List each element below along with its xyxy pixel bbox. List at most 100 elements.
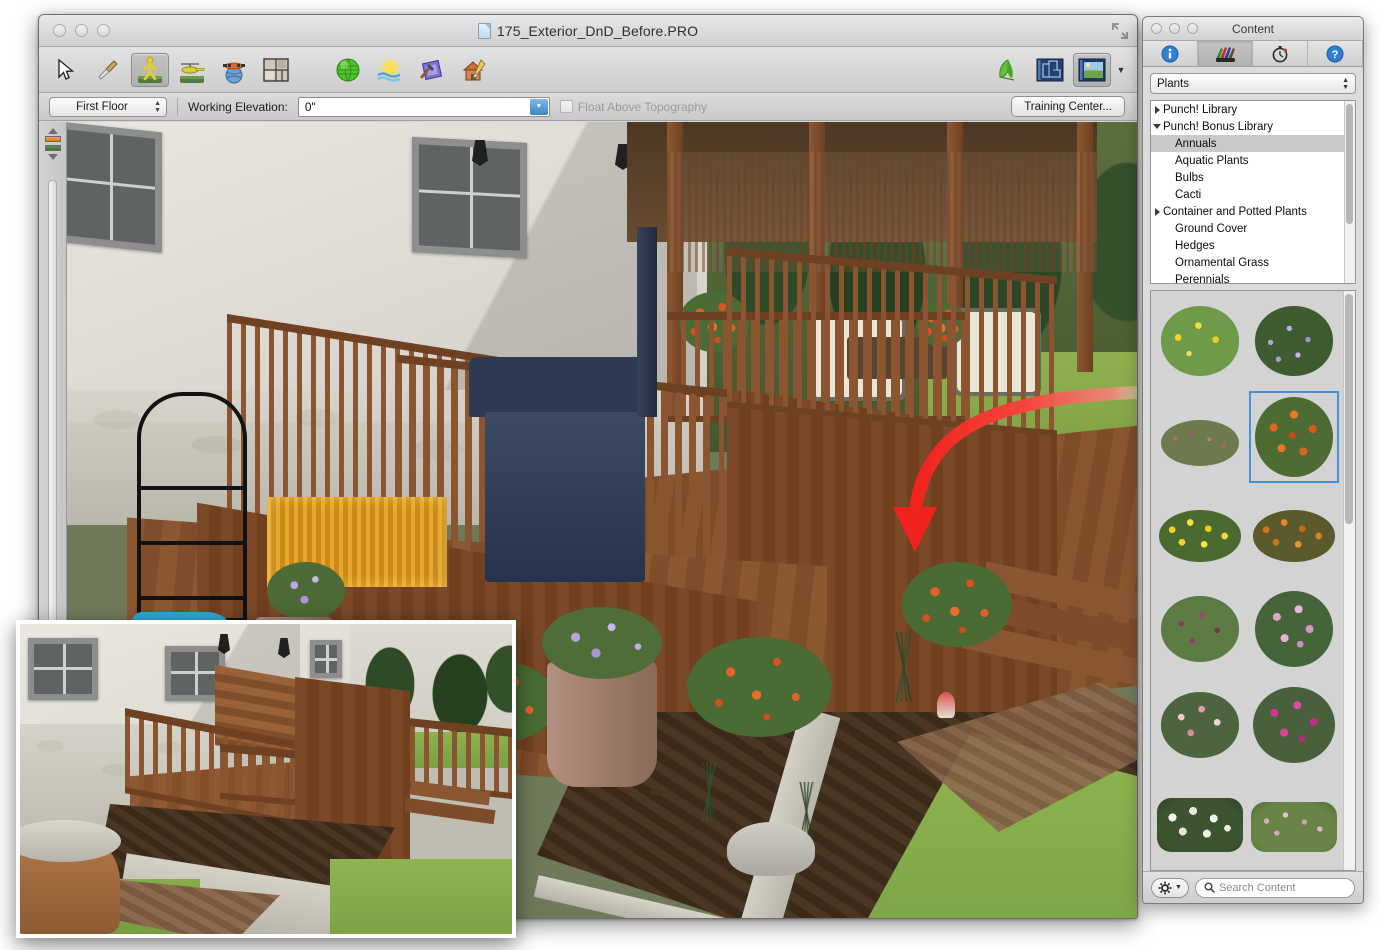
plant-thumb-lavender-impatiens[interactable]: [1247, 581, 1341, 677]
library-tree-item[interactable]: Punch! Bonus Library: [1151, 118, 1355, 135]
fullscreen-icon[interactable]: [1111, 22, 1129, 40]
library-tree-item[interactable]: Aquatic Plants: [1151, 152, 1355, 169]
level-down-arrow-icon[interactable]: [48, 154, 58, 160]
library-tree-item-label: Container and Potted Plants: [1163, 206, 1307, 218]
plant-thumb-pale-pink-phlox[interactable]: [1247, 773, 1341, 869]
screenshot-root: 175_Exterior_DnD_Before.PRO: [0, 0, 1380, 950]
palette-icon: [1213, 45, 1237, 63]
main-toolbar: ▼: [39, 47, 1137, 93]
walkthrough-tool[interactable]: [131, 53, 169, 87]
library-tree-scrollbar[interactable]: [1344, 101, 1355, 283]
window-controls[interactable]: [53, 24, 110, 37]
library-tree-item[interactable]: Perennials: [1151, 271, 1355, 284]
stopwatch-icon: [1271, 45, 1289, 63]
view-options-caret-icon[interactable]: ▼: [1115, 65, 1127, 75]
chevron-down-icon: ▼: [1175, 884, 1182, 891]
thumbnail-grid-scrollbar[interactable]: [1343, 291, 1355, 870]
plant-thumb-pink-white-impatiens[interactable]: [1153, 677, 1247, 773]
library-tree-scroll-thumb[interactable]: [1346, 104, 1353, 224]
three-d-view-button[interactable]: [1073, 53, 1111, 87]
library-tree-item[interactable]: Cacti: [1151, 186, 1355, 203]
purple-flower-in-pot: [542, 607, 662, 679]
library-tree-item[interactable]: Container and Potted Plants: [1151, 203, 1355, 220]
plant-thumb-magenta-impatiens[interactable]: [1153, 581, 1247, 677]
flyover-tool[interactable]: [173, 53, 211, 87]
floor-selector-label: First Floor: [76, 101, 128, 113]
library-tree-item[interactable]: Punch! Library: [1151, 101, 1355, 118]
actions-gear-button[interactable]: ▼: [1151, 878, 1189, 898]
ornamental-grass: [667, 762, 752, 822]
checkbox-box[interactable]: [560, 100, 573, 113]
library-tree-item[interactable]: Ground Cover: [1151, 220, 1355, 237]
floor-selector[interactable]: First Floor ▲▼: [49, 97, 167, 117]
sun-water-tool[interactable]: [371, 53, 409, 87]
elevation-view-button[interactable]: [989, 53, 1027, 87]
grill-hood: [469, 357, 649, 417]
float-above-topography-checkbox[interactable]: Float Above Topography: [560, 100, 707, 114]
garden-rock: [727, 822, 815, 876]
plan-view-button[interactable]: [1031, 53, 1069, 87]
disclosure-triangle-collapsed-icon[interactable]: [1151, 106, 1163, 114]
inset-preview-window[interactable]: [16, 620, 516, 938]
level-band-orange[interactable]: [45, 136, 61, 142]
pointer-tool[interactable]: [47, 53, 85, 87]
library-tree-item[interactable]: Bulbs: [1151, 169, 1355, 186]
design-tool[interactable]: [455, 53, 493, 87]
window-title: 175_Exterior_DnD_Before.PRO: [497, 23, 698, 39]
disclosure-triangle-collapsed-icon[interactable]: [1151, 208, 1163, 216]
gear-icon: [1158, 881, 1172, 895]
plant-thumb-pink-mound[interactable]: [1153, 389, 1247, 485]
info-tab[interactable]: [1143, 41, 1198, 66]
help-tab[interactable]: ?: [1308, 41, 1363, 66]
globe-tool[interactable]: [329, 53, 367, 87]
plant-thumb-white-petunia[interactable]: [1153, 773, 1247, 869]
library-tree-item-label: Ground Cover: [1163, 223, 1247, 235]
site-plan-tool[interactable]: [215, 53, 253, 87]
main-window-titlebar: 175_Exterior_DnD_Before.PRO: [39, 15, 1137, 47]
working-elevation-input[interactable]: 0" ▼: [298, 97, 550, 117]
library-tree-item-label: Hedges: [1163, 240, 1215, 252]
thumbnail-grid-scroll-thumb[interactable]: [1345, 294, 1353, 524]
floor-plan-tool[interactable]: [257, 53, 295, 87]
stepper-arrows-icon: ▲▼: [154, 100, 161, 114]
plant-thumb-yellow-groundcover[interactable]: [1153, 293, 1247, 389]
plant-thumb-purple-aster[interactable]: [1247, 293, 1341, 389]
minimize-button[interactable]: [75, 24, 88, 37]
options-bar: First Floor ▲▼ Working Elevation: 0" ▼ F…: [39, 93, 1137, 121]
library-tree-item-label: Punch! Bonus Library: [1163, 121, 1273, 133]
level-up-arrow-icon[interactable]: [48, 128, 58, 134]
content-palette-tabs: ?: [1143, 41, 1363, 67]
thumbnail-grid-container: [1150, 290, 1356, 871]
plant-thumb-orange-mum[interactable]: [1247, 485, 1341, 581]
disclosure-triangle-expanded-icon[interactable]: [1151, 124, 1163, 129]
level-band-green[interactable]: [45, 145, 61, 151]
zoom-button[interactable]: [97, 24, 110, 37]
plant-thumb-yellow-mum[interactable]: [1153, 485, 1247, 581]
plant-thumb-orange-gaillardia[interactable]: [1247, 389, 1341, 485]
library-tree-item[interactable]: Annuals: [1151, 135, 1355, 152]
materials-tool[interactable]: [413, 53, 451, 87]
category-selector[interactable]: Plants ▲▼: [1150, 73, 1356, 94]
search-content-field[interactable]: Search Content: [1195, 878, 1355, 898]
library-tree[interactable]: Punch! Library Punch! Bonus Library Annual…: [1150, 100, 1356, 284]
library-tree-item-label: Perennials: [1163, 274, 1229, 285]
content-palette-titlebar: Content: [1143, 17, 1363, 41]
library-tree-item[interactable]: Hedges: [1151, 237, 1355, 254]
plant-thumb-hot-pink-impatiens[interactable]: [1247, 677, 1341, 773]
content-palette-footer: ▼ Search Content: [1143, 871, 1363, 903]
eyedropper-tool[interactable]: [89, 53, 127, 87]
inset-lawn-right: [330, 859, 512, 934]
chevron-down-icon[interactable]: ▼: [530, 99, 548, 115]
library-tree-item[interactable]: Ornamental Grass: [1151, 254, 1355, 271]
content-tab[interactable]: [1198, 41, 1253, 66]
float-above-topography-label: Float Above Topography: [578, 100, 707, 114]
thumbnail-grid[interactable]: [1151, 291, 1343, 870]
library-tree-item-label: Aquatic Plants: [1163, 155, 1249, 167]
close-button[interactable]: [53, 24, 66, 37]
training-center-button[interactable]: Training Center...: [1011, 96, 1125, 117]
house-window: [412, 137, 527, 258]
floor-level-slider[interactable]: [45, 128, 61, 160]
timer-tab[interactable]: [1253, 41, 1308, 66]
grill-chimney: [637, 227, 657, 417]
training-center-label: Training Center...: [1024, 101, 1112, 113]
